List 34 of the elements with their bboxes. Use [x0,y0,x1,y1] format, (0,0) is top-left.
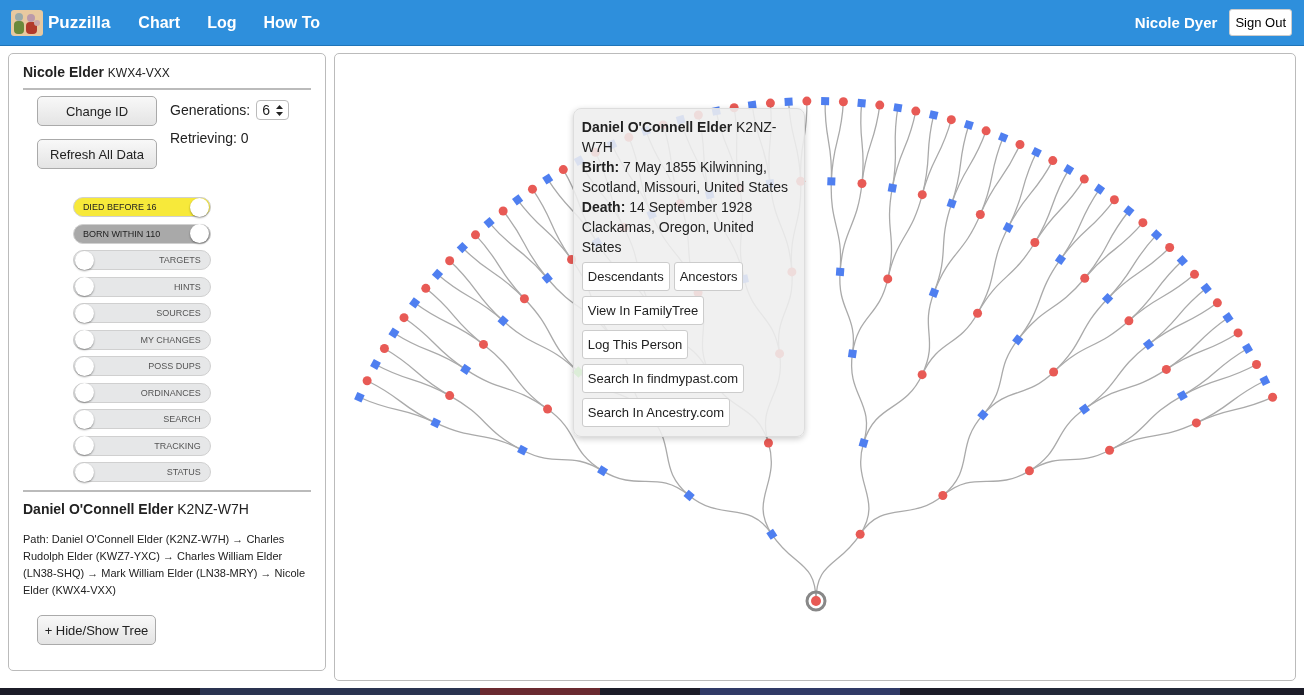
person-heading: Nicole Elder KWX4-VXX [23,64,311,90]
ancestry-path: Path: Daniel O'Connell Elder (K2NZ-W7H) → Charles Rudolph Elder (KWZ7-YXC) → Charles William Elder (LN38-SHQ) → Mark William Elder (LN38-MRY) → Nicole Elder (KWX4-VXX) [23,532,307,598]
filter-toggle[interactable]: HINTS [72,276,211,297]
action-button[interactable]: Refresh All Data [37,139,157,169]
popup-button[interactable]: Search In findmypast.com [581,364,745,393]
generations-label: Generations: [170,102,251,118]
filter-toggle[interactable]: DIED BEFORE 16 [72,197,211,217]
popup-heading: Daniel O'Connell Elder K2NZ-W7H [581,118,778,157]
filter-toggle[interactable]: SEARCH [72,409,211,429]
filter-toggle[interactable]: ORDINANCES [72,382,211,403]
user-name: Nicole Dyer [1134,14,1218,31]
selected-person-heading: Daniel O'Connell Elder K2NZ-W7H [23,501,250,517]
popup-button[interactable]: Ancestors [673,262,744,291]
popup-button[interactable]: Descendants [581,262,670,291]
death-details: Death: 14 September 1928 Clackamas, Oregon, United States [581,198,755,257]
filter-toggle[interactable]: STATUS [72,462,211,482]
birth-details: Birth: 7 May 1855 Kilwinning, Scotland, Missouri, United States [581,158,789,197]
popup-button[interactable]: Log This Person [581,330,689,359]
hide-show-tree-button[interactable]: + Hide/Show Tree [37,615,156,645]
sign-out-button[interactable]: Sign Out [1229,9,1292,36]
filter-toggle[interactable]: MY CHANGES [72,329,211,350]
filter-toggle[interactable]: TARGETS [72,250,211,270]
action-button[interactable]: Change ID [37,96,157,126]
filter-toggle[interactable]: TRACKING [72,435,211,456]
popup-button[interactable]: Search In Ancestry.com [581,398,731,427]
generations-select[interactable]: 6 [256,100,289,120]
retrieving-status: Retrieving: 0 [170,130,250,146]
logo-icon[interactable] [10,7,44,38]
filter-toggle[interactable]: SOURCES [72,303,211,323]
root-person-marker[interactable] [805,590,827,612]
filter-toggle[interactable]: POSS DUPS [72,356,211,376]
stepper-arrows-icon[interactable] [275,104,283,116]
filter-toggle[interactable]: BORN WITHIN 110 [72,223,211,244]
popup-button[interactable]: View In FamilyTree [581,296,705,325]
